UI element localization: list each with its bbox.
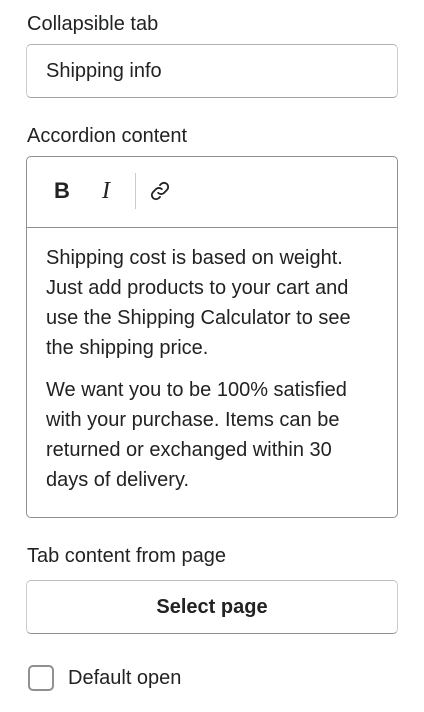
editor-content[interactable]: Shipping cost is based on weight. Just a… — [46, 243, 379, 495]
collapsible-tab-input[interactable] — [26, 44, 398, 98]
accordion-content-editor: B I Shipping cost is based on weight. Ju… — [26, 156, 398, 518]
content-paragraph: We want you to be 100% satisfied with yo… — [46, 379, 347, 491]
italic-button[interactable]: I — [91, 175, 121, 207]
collapsible-tab-label: Collapsible tab — [27, 13, 159, 35]
default-open-checkbox[interactable] — [28, 665, 54, 691]
link-button[interactable] — [145, 175, 175, 207]
tab-content-from-page-label: Tab content from page — [27, 545, 227, 567]
toolbar-divider — [135, 173, 136, 209]
bold-button[interactable]: B — [47, 175, 77, 207]
default-open-option[interactable]: Default open — [28, 664, 181, 692]
editor-toolbar: B I — [27, 157, 397, 228]
default-open-label: Default open — [68, 667, 182, 689]
select-page-button[interactable]: Select page — [26, 580, 398, 634]
link-icon — [149, 180, 171, 202]
content-paragraph: Shipping cost is based on weight. Just a… — [46, 247, 351, 359]
accordion-content-label: Accordion content — [27, 125, 188, 147]
